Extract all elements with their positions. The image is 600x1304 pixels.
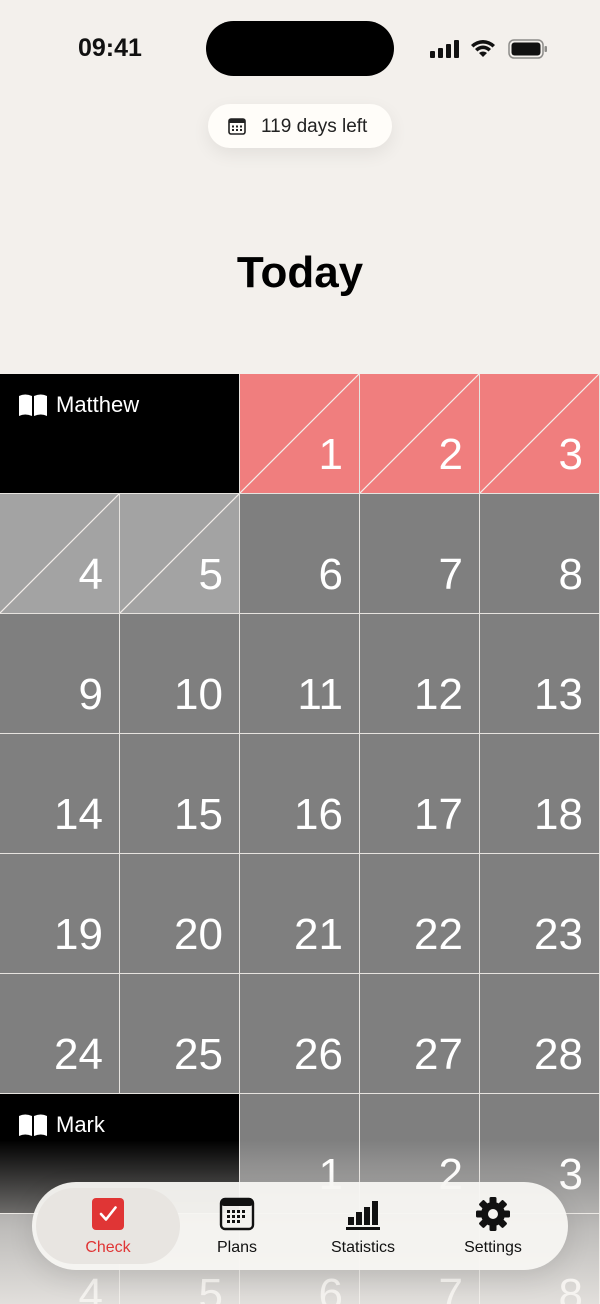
chapter-number: 28 <box>534 1030 583 1079</box>
chapter-cell[interactable]: 15 <box>120 734 240 854</box>
chapter-number: 14 <box>54 790 103 839</box>
chapter-number: 19 <box>54 910 103 959</box>
chapter-number: 17 <box>414 790 463 839</box>
chapter-number: 11 <box>297 670 343 719</box>
chapter-number: 18 <box>534 790 583 839</box>
tab-settings[interactable]: Settings <box>428 1182 558 1270</box>
chapter-cell[interactable]: 7 <box>360 494 480 614</box>
dynamic-island <box>206 21 394 76</box>
signal-icon <box>430 40 459 58</box>
chapter-number: 27 <box>414 1030 463 1079</box>
book-name: Matthew <box>56 392 140 417</box>
chapter-cell[interactable]: 5 <box>120 494 240 614</box>
tab-plans[interactable]: Plans <box>172 1182 302 1270</box>
book-label: Matthew <box>18 392 139 418</box>
chapter-cell[interactable]: 21 <box>240 854 360 974</box>
days-left-pill[interactable]: 119 days left <box>208 104 392 148</box>
battery-icon <box>508 39 547 59</box>
chapter-number: 4 <box>78 550 103 599</box>
bar-chart-icon <box>346 1201 380 1230</box>
chapter-number: 21 <box>294 910 343 959</box>
book-label: Mark <box>18 1112 105 1138</box>
chapter-number: 3 <box>558 1150 583 1199</box>
tab-check-label: Check <box>85 1239 131 1256</box>
chapter-cell[interactable]: 26 <box>240 974 360 1094</box>
gear-icon <box>476 1197 510 1231</box>
chapter-number: 16 <box>294 790 343 839</box>
chapter-cell[interactable]: 1 <box>240 374 360 494</box>
chapter-number: 4 <box>78 1270 103 1304</box>
chapter-number: 7 <box>438 550 463 599</box>
chapter-number: 5 <box>198 1270 223 1304</box>
chapter-cell[interactable]: 2 <box>360 374 480 494</box>
chapter-cell[interactable]: 9 <box>0 614 120 734</box>
book-name: Mark <box>56 1112 105 1137</box>
book-icon <box>18 393 56 417</box>
chapter-grid: Matthew 1 2 3 4 5 6 7 8 9 10 11 12 13 14 15 16 17 18 19 20 21… <box>0 374 600 1304</box>
chapter-number: 6 <box>318 550 343 599</box>
days-left-text: 119 days left <box>261 116 368 137</box>
chapter-number: 3 <box>558 430 583 479</box>
chapter-cell[interactable]: 12 <box>360 614 480 734</box>
tab-bar: Check Plans Statistics Settings <box>32 1182 568 1270</box>
chapter-number: 8 <box>558 1270 583 1304</box>
tab-statistics-label: Statistics <box>330 1239 395 1256</box>
chapter-cell[interactable]: 22 <box>360 854 480 974</box>
chapter-cell[interactable]: 10 <box>120 614 240 734</box>
chapter-cell[interactable]: 3 <box>480 374 600 494</box>
chapter-number: 9 <box>78 670 103 719</box>
chapter-cell[interactable]: 16 <box>240 734 360 854</box>
chapter-number: 23 <box>534 910 583 959</box>
checkbox-icon <box>92 1198 124 1230</box>
chapter-cell[interactable]: 24 <box>0 974 120 1094</box>
wifi-icon <box>471 40 495 57</box>
chapter-number: 2 <box>438 430 463 479</box>
chapter-cell[interactable]: 14 <box>0 734 120 854</box>
chapter-number: 26 <box>294 1030 343 1079</box>
chapter-number: 6 <box>318 1270 343 1304</box>
chapter-number: 15 <box>174 790 223 839</box>
calendar-icon <box>228 118 246 135</box>
chapter-number: 7 <box>438 1270 463 1304</box>
chapter-cell[interactable]: 18 <box>480 734 600 854</box>
chapter-cell[interactable]: 20 <box>120 854 240 974</box>
chapter-number: 20 <box>174 910 223 959</box>
chapter-number: 24 <box>54 1030 103 1079</box>
chapter-number: 1 <box>318 430 343 479</box>
book-header: Matthew <box>0 374 240 494</box>
chapter-number: 13 <box>534 670 583 719</box>
chapter-cell[interactable]: 23 <box>480 854 600 974</box>
page-title: Today <box>236 248 364 297</box>
chapter-number: 12 <box>414 670 463 719</box>
chapter-cell[interactable]: 8 <box>480 494 600 614</box>
chapter-cell[interactable]: 27 <box>360 974 480 1094</box>
chapter-cell[interactable]: 11 <box>240 614 360 734</box>
chapter-cell[interactable]: 6 <box>240 494 360 614</box>
tab-check[interactable]: Check <box>36 1182 180 1270</box>
chapter-cell[interactable]: 17 <box>360 734 480 854</box>
status-time: 09:41 <box>78 34 142 62</box>
calendar-icon <box>219 1197 255 1231</box>
chapter-cell[interactable]: 28 <box>480 974 600 1094</box>
chapter-cell[interactable]: 4 <box>0 494 120 614</box>
status-bar: 09:41 <box>0 0 600 100</box>
chapter-number: 22 <box>414 910 463 959</box>
chapter-number: 5 <box>198 550 223 599</box>
chapter-number: 10 <box>174 670 223 719</box>
chapter-number: 8 <box>558 550 583 599</box>
chapter-cell[interactable]: 13 <box>480 614 600 734</box>
tab-statistics[interactable]: Statistics <box>298 1182 428 1270</box>
book-icon <box>18 1113 56 1137</box>
chapter-number: 25 <box>174 1030 223 1079</box>
tab-plans-label: Plans <box>216 1239 258 1256</box>
chapter-cell[interactable]: 19 <box>0 854 120 974</box>
tab-settings-label: Settings <box>464 1239 522 1256</box>
chapter-cell[interactable]: 25 <box>120 974 240 1094</box>
